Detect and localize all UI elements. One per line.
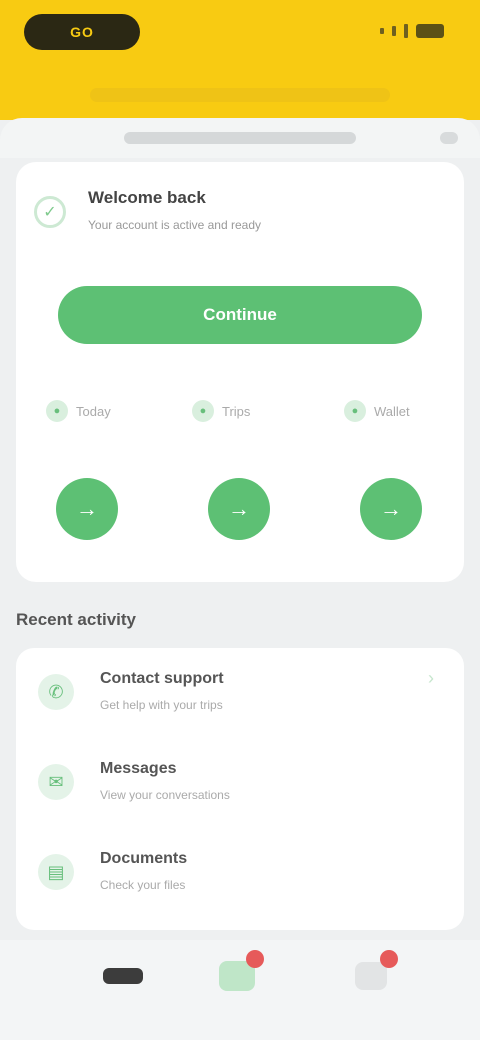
doc-icon: ▤ — [38, 854, 74, 890]
list-item-desc: Get help with your trips — [100, 698, 223, 712]
notification-badge — [380, 950, 398, 968]
nav-profile[interactable] — [336, 946, 406, 1006]
route-icon: ● — [192, 400, 214, 422]
status-icons — [380, 24, 444, 38]
check-icon: ✓ — [34, 196, 66, 228]
breadcrumb — [124, 132, 356, 144]
home-icon — [103, 968, 143, 984]
list-item-title: Messages — [100, 760, 177, 777]
list-item-title: Contact support — [100, 670, 224, 687]
list-item[interactable]: ✆ Contact support Get help with your tri… — [16, 648, 464, 738]
stat-label: Today — [76, 403, 111, 419]
clock-icon: ● — [46, 400, 68, 422]
arrow-icon: → — [76, 496, 98, 521]
status-bar: GO — [0, 0, 480, 120]
card-subtitle: Your account is active and ready — [88, 218, 261, 232]
notification-badge — [246, 950, 264, 968]
signal-icon — [392, 26, 396, 36]
list-item[interactable]: ▤ Documents Check your files — [16, 828, 464, 918]
list-item-desc: View your conversations — [100, 788, 230, 802]
chat-icon: ✉ — [38, 764, 74, 800]
stat-circle-button[interactable]: → — [56, 478, 118, 540]
profile-icon — [355, 962, 387, 990]
card-title: Welcome back — [88, 188, 206, 207]
more-icon[interactable] — [440, 132, 458, 144]
battery-icon — [416, 24, 444, 38]
primary-action-button[interactable]: Continue — [58, 286, 422, 344]
list-item-desc: Check your files — [100, 878, 186, 892]
status-strip — [90, 88, 390, 102]
app-logo[interactable]: GO — [24, 14, 140, 50]
list-item[interactable]: ✉ Messages View your conversations — [16, 738, 464, 828]
stat-circle-button[interactable]: → — [360, 478, 422, 540]
stat-label: Trips — [222, 403, 251, 419]
list-item-title: Documents — [100, 850, 188, 867]
stat-item[interactable]: ● Trips — [192, 400, 250, 422]
stat-circle-button[interactable]: → — [208, 478, 270, 540]
section-title: Recent activity — [16, 610, 136, 629]
arrow-icon: → — [380, 496, 402, 521]
stat-label: Wallet — [374, 403, 410, 419]
signal-icon — [404, 24, 408, 38]
signal-icon — [380, 28, 384, 34]
arrow-icon: → — [228, 496, 250, 521]
stat-item[interactable]: ● Wallet — [344, 400, 410, 422]
chevron-right-icon: › — [428, 668, 434, 688]
nav-home[interactable] — [88, 946, 158, 1006]
phone-icon: ✆ — [38, 674, 74, 710]
stat-item[interactable]: ● Today — [46, 400, 111, 422]
wallet-icon: ● — [344, 400, 366, 422]
nav-activity[interactable] — [202, 946, 272, 1006]
